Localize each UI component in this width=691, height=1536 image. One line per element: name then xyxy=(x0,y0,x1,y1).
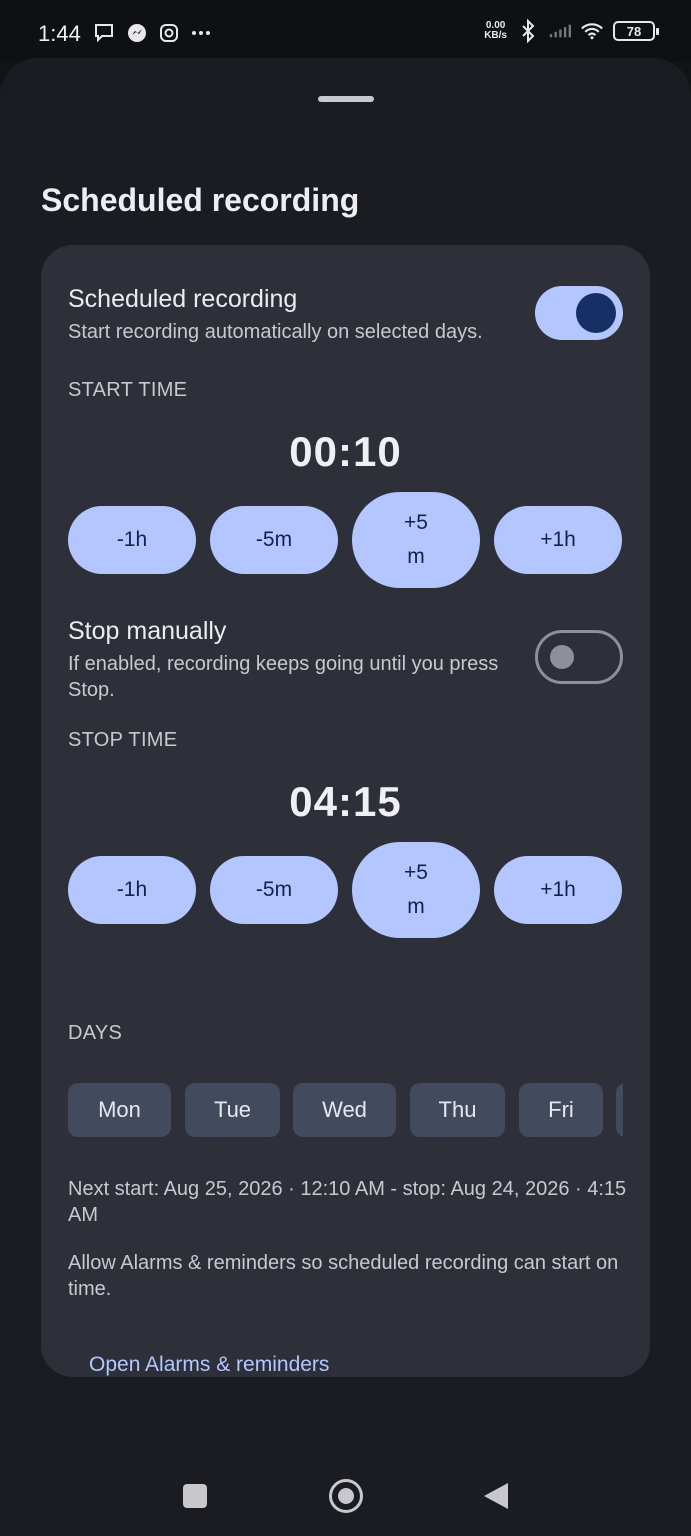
stop-plus-1h-button[interactable]: +1h xyxy=(494,856,622,924)
status-bar: 1:44 0.00 KB/s 78 xyxy=(0,0,691,62)
instagram-icon xyxy=(158,22,180,44)
day-chip-sat[interactable] xyxy=(616,1083,623,1137)
stop-minus-1h-button[interactable]: -1h xyxy=(68,856,196,924)
home-icon[interactable] xyxy=(329,1479,363,1513)
chat-icon xyxy=(94,22,116,44)
scheduled-recording-subtitle: Start recording automatically on selecte… xyxy=(68,321,483,343)
back-icon[interactable] xyxy=(484,1483,508,1509)
open-alarms-link[interactable]: Open Alarms & reminders xyxy=(89,1353,329,1377)
stop-time-label: STOP TIME xyxy=(68,729,178,751)
messenger-icon xyxy=(126,22,148,44)
next-schedule-info: Next start: Aug 25, 2026 · 12:10 AM - st… xyxy=(68,1178,627,1226)
start-time-adjust-row: -1h -5m +5 m +1h xyxy=(68,492,623,588)
stop-manually-title: Stop manually xyxy=(68,617,227,645)
alarm-permission-note: Allow Alarms & reminders so scheduled re… xyxy=(68,1252,619,1300)
day-chip-mon[interactable]: Mon xyxy=(68,1083,171,1137)
start-time-label: START TIME xyxy=(68,379,188,401)
schedule-card: Scheduled recording Start recording auto… xyxy=(41,245,650,1377)
scheduled-recording-title: Scheduled recording xyxy=(68,285,298,313)
scheduled-recording-toggle[interactable] xyxy=(535,286,623,340)
start-time-value: 00:10 xyxy=(289,428,402,475)
system-nav-bar xyxy=(0,1456,691,1536)
stop-manually-toggle[interactable] xyxy=(535,630,623,684)
stop-plus-5m-button[interactable]: +5 m xyxy=(352,842,480,938)
day-chip-fri[interactable]: Fri xyxy=(519,1083,603,1137)
stop-time-value: 04:15 xyxy=(289,778,402,825)
toggle-knob xyxy=(576,293,616,333)
start-minus-5m-button[interactable]: -5m xyxy=(210,506,338,574)
start-plus-1h-button[interactable]: +1h xyxy=(494,506,622,574)
day-chip-thu[interactable]: Thu xyxy=(410,1083,505,1137)
stop-manually-subtitle: If enabled, recording keeps going until … xyxy=(68,653,499,701)
status-time: 1:44 xyxy=(38,21,81,46)
notification-icons xyxy=(94,22,212,44)
more-icon xyxy=(190,22,212,44)
start-minus-1h-button[interactable]: -1h xyxy=(68,506,196,574)
day-chip-wed[interactable]: Wed xyxy=(293,1083,396,1137)
start-plus-5m-button[interactable]: +5 m xyxy=(352,492,480,588)
stop-minus-5m-button[interactable]: -5m xyxy=(210,856,338,924)
recents-icon[interactable] xyxy=(183,1484,207,1508)
drag-handle[interactable] xyxy=(318,96,374,102)
days-chip-row: Mon Tue Wed Thu Fri xyxy=(68,1083,623,1137)
signal-icon xyxy=(549,20,571,42)
net-speed-unit: KB/s xyxy=(484,30,507,41)
stop-time-adjust-row: -1h -5m +5 m +1h xyxy=(68,842,623,938)
wifi-icon xyxy=(581,20,603,42)
battery-icon: 78 xyxy=(613,21,659,41)
bottom-sheet: Scheduled recording Scheduled recording … xyxy=(0,58,691,1536)
bluetooth-icon xyxy=(517,19,539,43)
net-speed: 0.00 KB/s xyxy=(484,21,507,41)
days-label: DAYS xyxy=(68,1022,123,1044)
system-icons: 0.00 KB/s 78 xyxy=(484,19,659,43)
toggle-knob xyxy=(550,645,574,669)
sheet-title: Scheduled recording xyxy=(41,182,360,218)
day-chip-tue[interactable]: Tue xyxy=(185,1083,280,1137)
